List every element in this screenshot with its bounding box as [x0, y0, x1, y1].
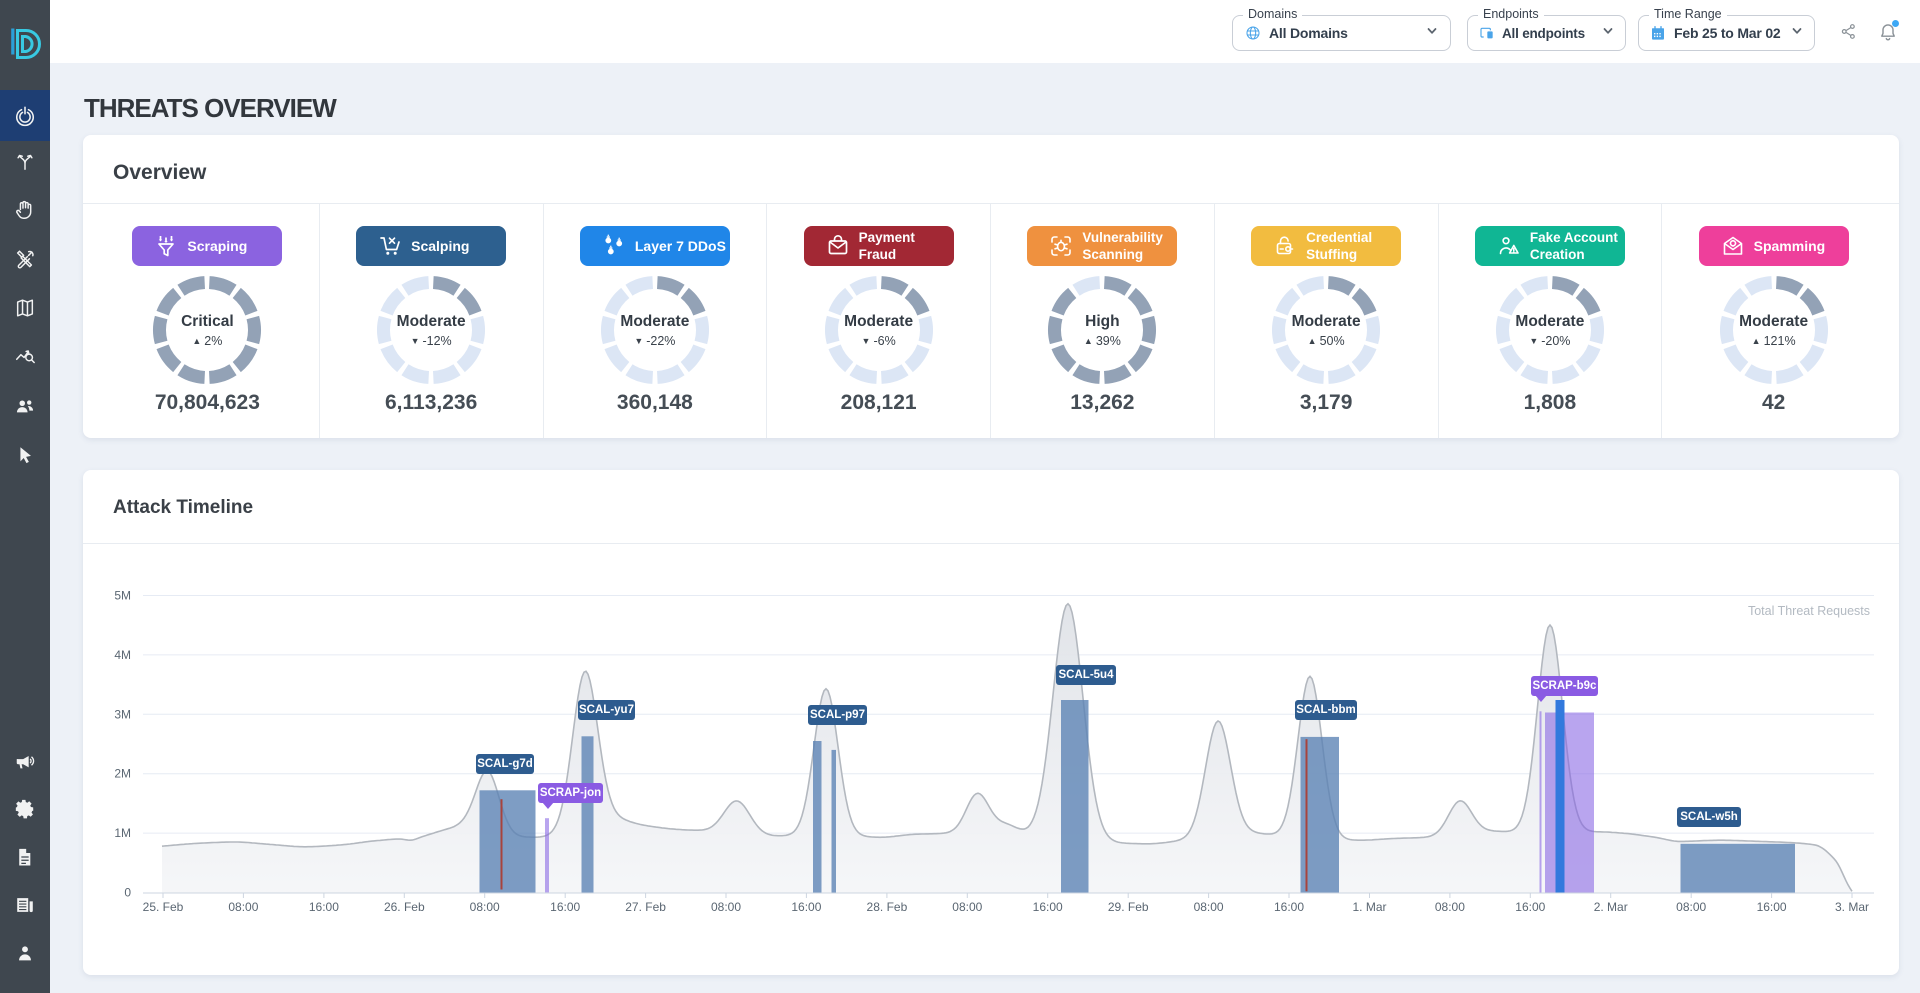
- svg-text:08:00: 08:00: [1676, 900, 1706, 914]
- svg-text:16:00: 16:00: [1515, 900, 1545, 914]
- svg-text:1M: 1M: [114, 826, 131, 840]
- svg-text:08:00: 08:00: [1435, 900, 1465, 914]
- svg-text:08:00: 08:00: [228, 900, 258, 914]
- svg-text:Total Threat Requests: Total Threat Requests: [1748, 604, 1870, 618]
- svg-text:0: 0: [124, 886, 131, 900]
- svg-text:5M: 5M: [114, 589, 131, 603]
- svg-text:4M: 4M: [114, 648, 131, 662]
- svg-text:16:00: 16:00: [1033, 900, 1063, 914]
- svg-text:3M: 3M: [114, 707, 131, 721]
- svg-text:16:00: 16:00: [791, 900, 821, 914]
- svg-text:1. Mar: 1. Mar: [1352, 900, 1386, 914]
- svg-text:28. Feb: 28. Feb: [867, 900, 908, 914]
- svg-text:08:00: 08:00: [711, 900, 741, 914]
- svg-text:08:00: 08:00: [1194, 900, 1224, 914]
- svg-text:16:00: 16:00: [1757, 900, 1787, 914]
- svg-text:3. Mar: 3. Mar: [1835, 900, 1869, 914]
- svg-text:16:00: 16:00: [550, 900, 580, 914]
- svg-text:16:00: 16:00: [1274, 900, 1304, 914]
- svg-text:29. Feb: 29. Feb: [1108, 900, 1149, 914]
- svg-text:27. Feb: 27. Feb: [625, 900, 666, 914]
- svg-text:26. Feb: 26. Feb: [384, 900, 425, 914]
- svg-text:2. Mar: 2. Mar: [1594, 900, 1628, 914]
- svg-text:08:00: 08:00: [470, 900, 500, 914]
- svg-text:2M: 2M: [114, 767, 131, 781]
- svg-text:08:00: 08:00: [952, 900, 982, 914]
- svg-text:25. Feb: 25. Feb: [143, 900, 184, 914]
- svg-text:16:00: 16:00: [309, 900, 339, 914]
